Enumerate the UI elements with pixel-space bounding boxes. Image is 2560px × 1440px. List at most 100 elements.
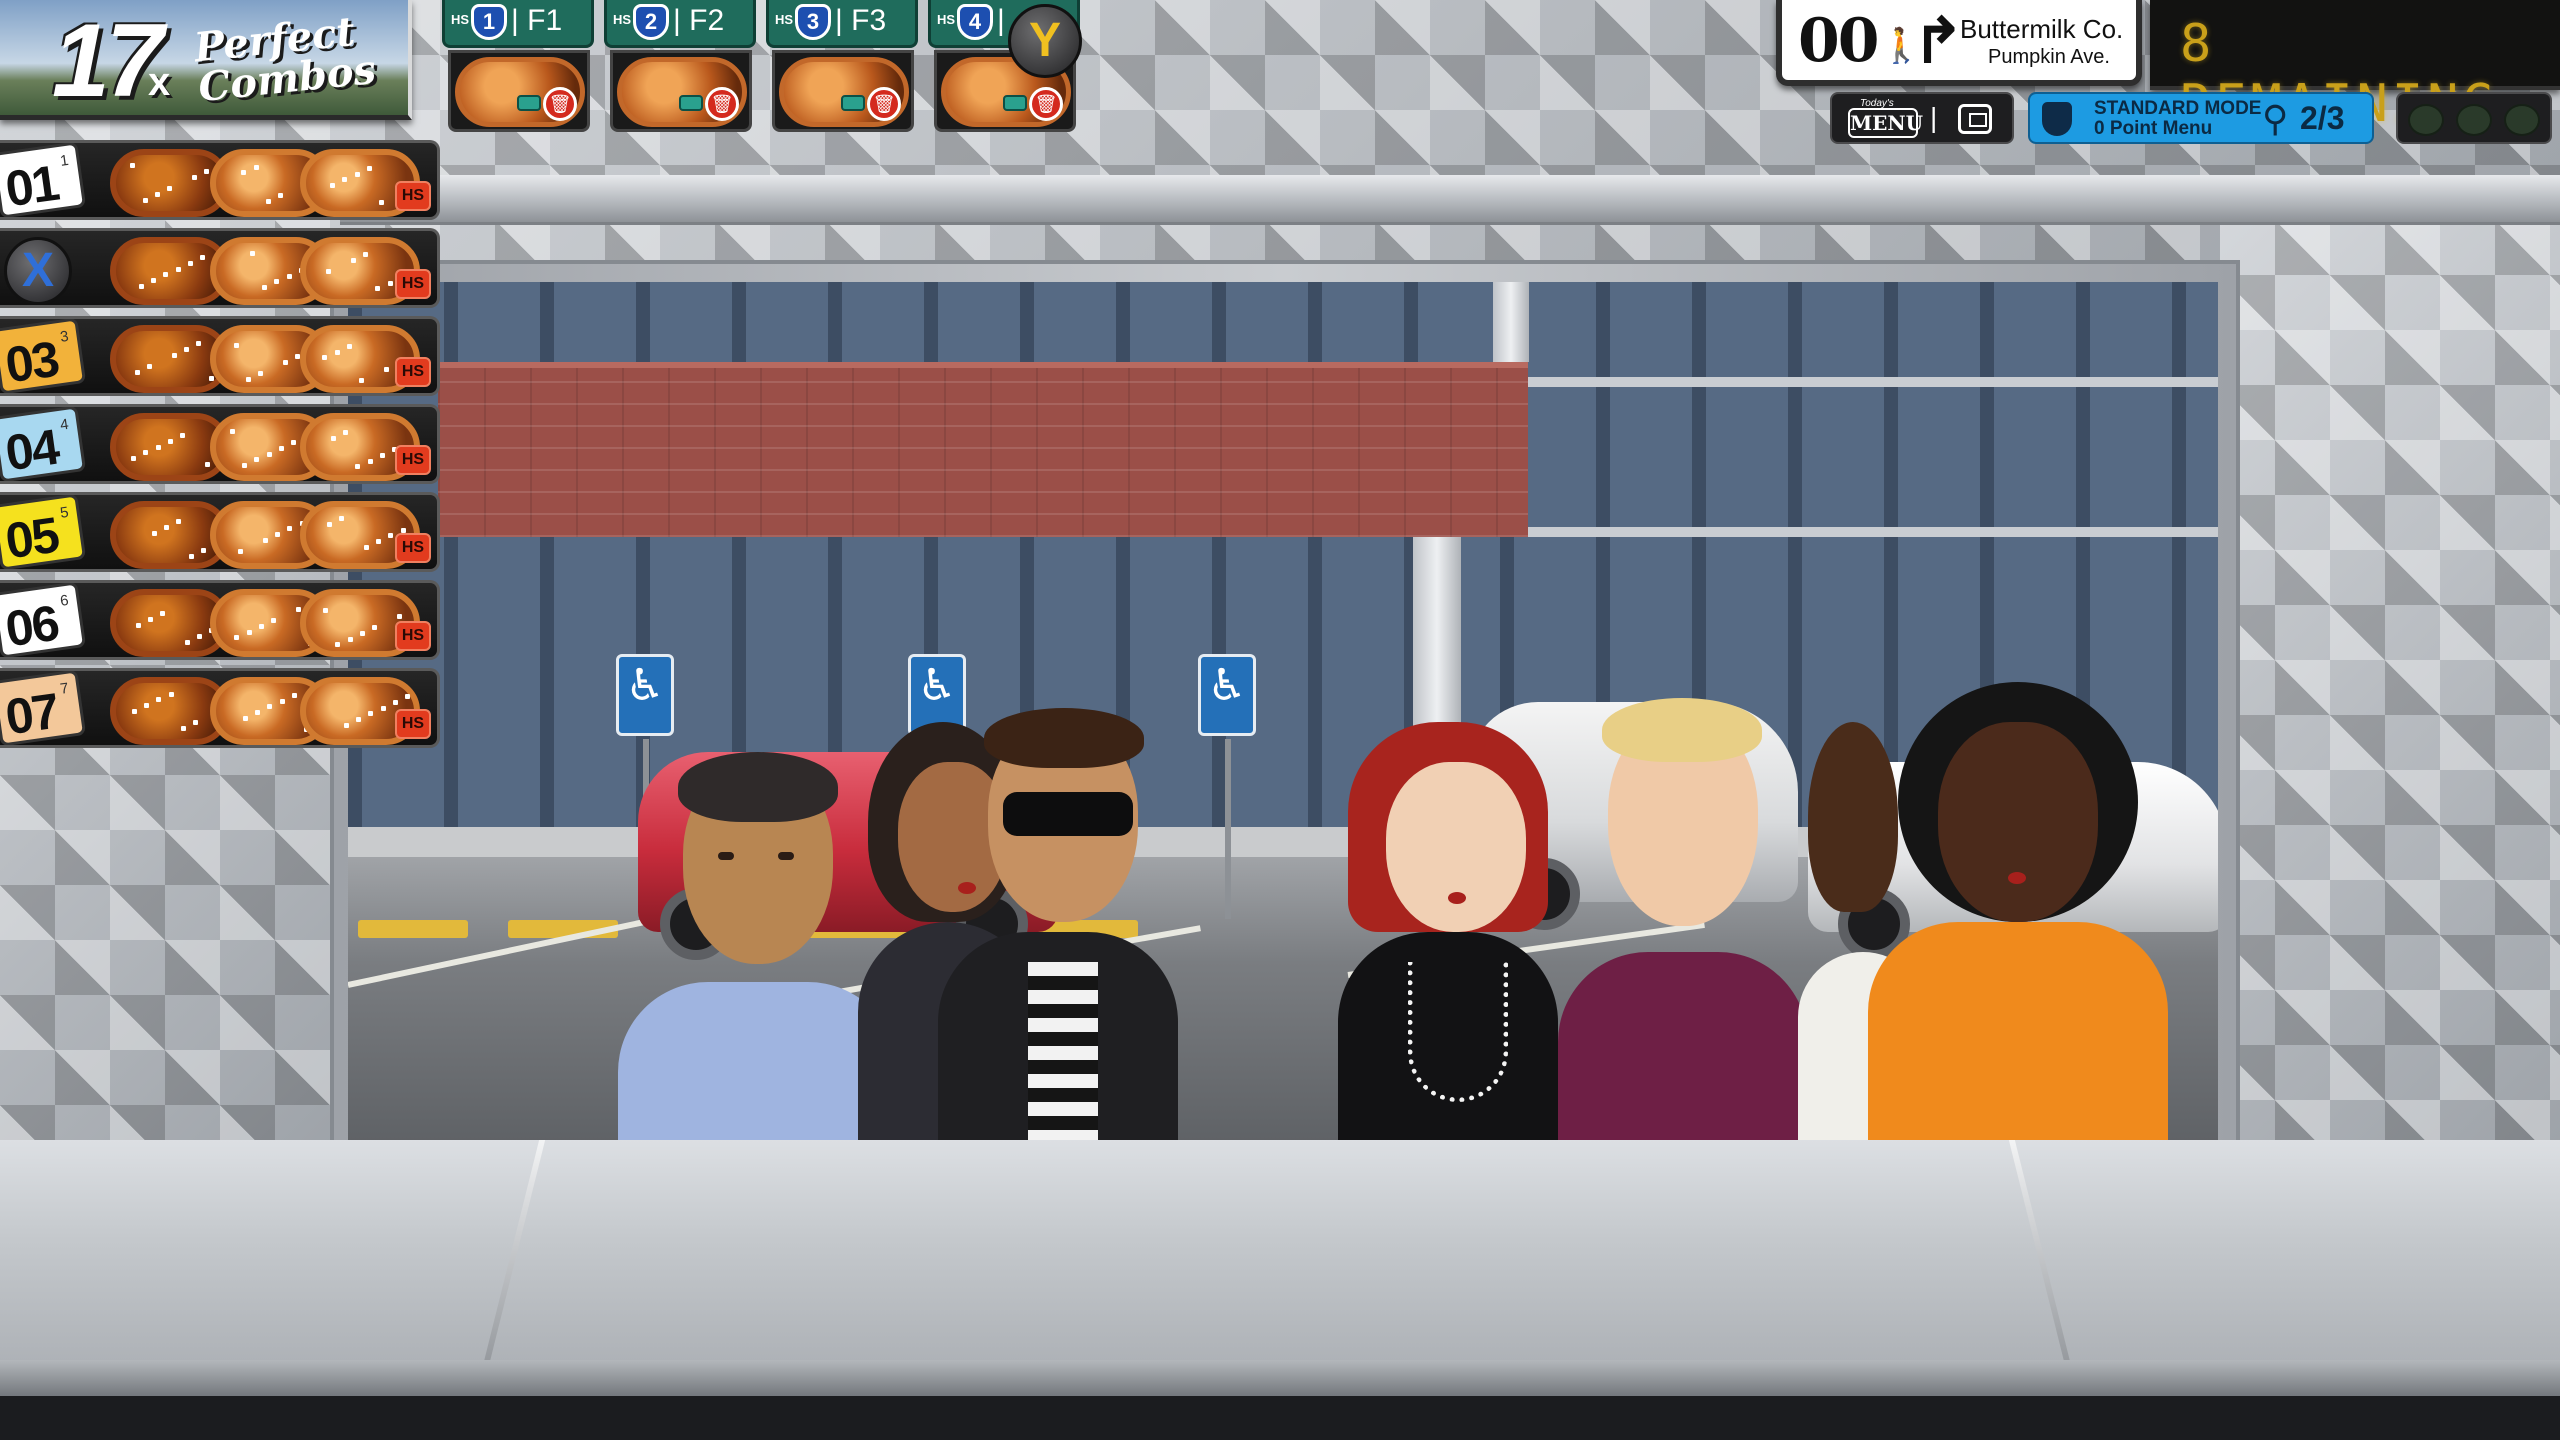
salt-fleck: [204, 169, 209, 174]
x-button[interactable]: X: [4, 237, 72, 305]
salt-fleck: [278, 193, 283, 198]
customer-mouth: [1448, 892, 1466, 904]
salt-fleck: [397, 614, 402, 619]
salt-fleck: [262, 285, 267, 290]
holding-station-badge[interactable]: HS: [395, 269, 431, 299]
salt-fleck: [368, 459, 373, 464]
salt-fleck: [160, 611, 165, 616]
counter-base: [0, 1396, 2560, 1440]
y-button[interactable]: Y: [1008, 4, 1082, 78]
perfect-combo-banner: 17 x Perfect Combos: [0, 0, 412, 120]
holding-station-badge[interactable]: HS: [395, 621, 431, 651]
trash-icon[interactable]: 🗑: [705, 87, 739, 121]
order-row[interactable]: 03 3 HS: [0, 316, 440, 396]
salt-fleck: [266, 199, 271, 204]
salt-fleck: [255, 710, 260, 715]
hs-label: HS: [613, 12, 632, 27]
holding-station-tab[interactable]: HS 2 | F2: [604, 0, 756, 48]
holding-station-tab[interactable]: HS 1 | F1: [442, 0, 594, 48]
salt-fleck: [169, 692, 174, 697]
trash-icon[interactable]: 🗑: [867, 87, 901, 121]
customer-mouth: [958, 882, 976, 894]
wheelchair-icon: ♿: [1207, 660, 1247, 711]
salt-fleck: [267, 452, 272, 457]
mode-title: STANDARD MODE: [2094, 98, 2262, 119]
salt-fleck: [360, 631, 365, 636]
window-toggle-icon[interactable]: [1958, 104, 1992, 134]
holding-tray[interactable]: 🗑: [448, 50, 590, 132]
customer-hair: [678, 752, 838, 822]
salt-fleck: [375, 286, 380, 291]
trash-icon[interactable]: 🗑: [1029, 87, 1063, 121]
salt-fleck: [151, 278, 156, 283]
topping-icon: [517, 95, 541, 111]
holding-station-tab[interactable]: HS 3 | F3: [766, 0, 918, 48]
order-sub-number: 3: [59, 327, 70, 346]
salt-fleck: [176, 519, 181, 524]
salt-fleck: [148, 617, 153, 622]
license-plate: 03 3: [0, 319, 87, 393]
order-row[interactable]: 06 6 HS: [0, 580, 440, 660]
street-clock: 00: [1798, 6, 1879, 76]
order-row[interactable]: 01 1 HS: [0, 140, 440, 220]
order-sub-number: 6: [59, 591, 70, 610]
salt-fleck: [287, 526, 292, 531]
station-number-shield: 1: [471, 4, 507, 40]
building-beam: [1528, 527, 2218, 537]
trash-icon[interactable]: 🗑: [543, 87, 577, 121]
salt-fleck: [405, 694, 410, 699]
order-row[interactable]: X HS: [0, 228, 440, 308]
menu-separator: |: [1930, 102, 1938, 133]
holding-station[interactable]: HS 3 | F3 🗑: [766, 0, 918, 134]
salt-fleck: [164, 525, 169, 530]
holding-station-badge[interactable]: HS: [395, 445, 431, 475]
salt-fleck: [250, 251, 255, 256]
station-hotkey: |: [997, 4, 1005, 37]
station-number-shield: 2: [633, 4, 669, 40]
wheelchair-icon: ♿: [917, 660, 957, 711]
counter-edge: [0, 1360, 2560, 1396]
salt-fleck: [258, 371, 263, 376]
salt-fleck: [339, 516, 344, 521]
customer-mouth: [2008, 872, 2026, 884]
holding-station-badge[interactable]: HS: [395, 709, 431, 739]
order-row[interactable]: 04 4 HS: [0, 404, 440, 484]
todays-menu-button[interactable]: MENU: [1848, 108, 1923, 138]
topping-icon: [1003, 95, 1027, 111]
salt-fleck: [335, 350, 340, 355]
accessible-parking-sign: ♿: [1198, 654, 1256, 919]
order-row[interactable]: 07 7 HS: [0, 668, 440, 748]
license-plate: 07 7: [0, 671, 87, 745]
menu-bar[interactable]: Today's MENU |: [1830, 92, 2014, 144]
order-sub-number: 4: [59, 415, 70, 434]
holding-station[interactable]: HS 1 | F1 🗑: [442, 0, 594, 134]
holding-station[interactable]: HS 2 | F2 🗑: [604, 0, 756, 134]
parking-stop: [358, 920, 468, 938]
location-progress: 2/3: [2300, 100, 2345, 136]
salt-fleck: [136, 623, 141, 628]
order-number: 01: [2, 154, 62, 218]
salt-fleck: [155, 192, 160, 197]
salt-fleck: [280, 699, 285, 704]
customer-eye: [778, 852, 794, 860]
station-hotkey: | F1: [511, 4, 563, 37]
topping-icon: [679, 95, 703, 111]
combo-multiplier: x: [148, 60, 171, 104]
salt-fleck: [296, 607, 301, 612]
salt-fleck: [139, 284, 144, 289]
holding-station-badge[interactable]: HS: [395, 181, 431, 211]
order-number: 04: [2, 418, 62, 482]
order-sub-number: 5: [59, 503, 70, 522]
salt-fleck: [184, 347, 189, 352]
holding-station-badge[interactable]: HS: [395, 357, 431, 387]
salt-fleck: [388, 281, 393, 286]
order-sub-number: 1: [59, 151, 70, 170]
salt-fleck: [181, 726, 186, 731]
salt-fleck: [364, 545, 369, 550]
holding-station-badge[interactable]: HS: [395, 533, 431, 563]
salt-fleck: [279, 446, 284, 451]
serving-window-view: ♿ ♿ ♿: [348, 282, 2218, 1142]
holding-tray[interactable]: 🗑: [610, 50, 752, 132]
order-row[interactable]: 05 5 HS: [0, 492, 440, 572]
holding-tray[interactable]: 🗑: [772, 50, 914, 132]
